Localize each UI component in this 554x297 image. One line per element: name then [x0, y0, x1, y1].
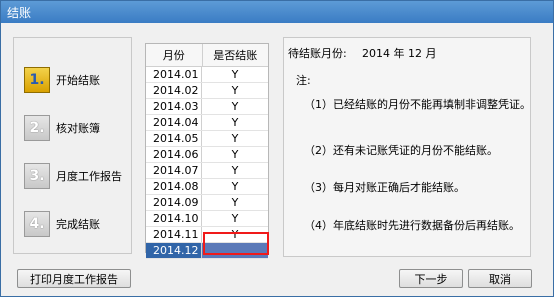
table-row[interactable]: 2014.06 Y	[146, 147, 268, 163]
note-1: （1）已经结账的月份不能再填制非调整凭证。	[304, 98, 531, 111]
status-cell: Y	[231, 116, 239, 129]
step-2-icon: 2.	[24, 115, 50, 141]
status-cell: Y	[231, 132, 239, 145]
step-4-label: 完成结账	[56, 218, 100, 231]
status-cell	[202, 243, 268, 258]
month-cell: 2014.05	[146, 131, 202, 146]
table-row[interactable]: 2014.11 Y	[146, 227, 268, 243]
step-check-books: 2. 核对账簿	[24, 114, 100, 142]
table-row-selected[interactable]: 2014.12	[146, 243, 268, 259]
steps-panel: 1. 开始结账 2. 核对账簿 3. 月度工作报告 4. 完成结账	[13, 37, 132, 254]
month-cell: 2014.04	[146, 115, 202, 130]
step-1-icon: 1.	[24, 67, 50, 93]
month-status-table[interactable]: 月份 是否结账 2014.01 Y 2014.02 Y 2014.03 Y 2014.…	[145, 43, 269, 259]
table-header: 月份 是否结账	[146, 44, 268, 67]
month-cell: 2014.03	[146, 99, 202, 114]
notes-title: 注:	[296, 74, 311, 87]
step-monthly-report: 3. 月度工作报告	[24, 162, 122, 190]
pending-month: 待结账月份: 2014 年 12 月	[288, 45, 436, 61]
step-1-label: 开始结账	[56, 74, 100, 87]
table-row[interactable]: 2014.05 Y	[146, 131, 268, 147]
status-cell: Y	[231, 148, 239, 161]
step-2-label: 核对账簿	[56, 122, 100, 135]
table-row[interactable]: 2014.07 Y	[146, 163, 268, 179]
status-cell: Y	[231, 68, 239, 81]
status-cell: Y	[231, 228, 239, 241]
month-cell: 2014.02	[146, 83, 202, 98]
cancel-button[interactable]: 取消	[468, 269, 532, 288]
month-cell: 2014.12	[146, 243, 202, 258]
month-column-header: 月份	[146, 44, 203, 66]
table-row[interactable]: 2014.02 Y	[146, 83, 268, 99]
month-cell: 2014.01	[146, 67, 202, 82]
month-cell: 2014.11	[146, 227, 202, 242]
status-cell: Y	[231, 164, 239, 177]
step-3-label: 月度工作报告	[56, 170, 122, 183]
note-3: （3）每月对账正确后才能结账。	[304, 181, 465, 194]
table-row[interactable]: 2014.01 Y	[146, 67, 268, 83]
table-row[interactable]: 2014.03 Y	[146, 99, 268, 115]
window-title: 结账	[7, 6, 32, 20]
table-row[interactable]: 2014.09 Y	[146, 195, 268, 211]
status-cell: Y	[231, 100, 239, 113]
status-column-header: 是否结账	[213, 49, 258, 62]
table-row[interactable]: 2014.10 Y	[146, 211, 268, 227]
info-panel: 待结账月份: 2014 年 12 月 注: （1）已经结账的月份不能再填制非调整…	[283, 37, 531, 257]
month-cell: 2014.08	[146, 179, 202, 194]
step-start-closing: 1. 开始结账	[24, 66, 100, 94]
month-cell: 2014.06	[146, 147, 202, 162]
print-monthly-report-button[interactable]: 打印月度工作报告	[17, 269, 131, 288]
note-2: （2）还有未记账凭证的月份不能结账。	[304, 144, 498, 157]
note-4: （4）年底结账时先进行数据备份后再结账。	[304, 219, 520, 232]
next-button[interactable]: 下一步	[399, 269, 463, 288]
close-account-dialog: 结账 1. 开始结账 2. 核对账簿 3. 月度工作报告 4. 完成结账 月份 …	[0, 0, 554, 297]
step-3-icon: 3.	[24, 163, 50, 189]
pending-month-label: 待结账月份:	[288, 47, 347, 60]
month-cell: 2014.10	[146, 211, 202, 226]
month-cell: 2014.09	[146, 195, 202, 210]
status-cell: Y	[231, 212, 239, 225]
step-4-icon: 4.	[24, 211, 50, 237]
title-bar: 结账	[1, 1, 553, 23]
pending-month-value: 2014 年 12 月	[362, 47, 437, 60]
status-cell: Y	[231, 180, 239, 193]
table-row[interactable]: 2014.08 Y	[146, 179, 268, 195]
status-cell: Y	[231, 196, 239, 209]
step-finish-closing: 4. 完成结账	[24, 210, 100, 238]
table-row[interactable]: 2014.04 Y	[146, 115, 268, 131]
month-cell: 2014.07	[146, 163, 202, 178]
status-cell: Y	[231, 84, 239, 97]
